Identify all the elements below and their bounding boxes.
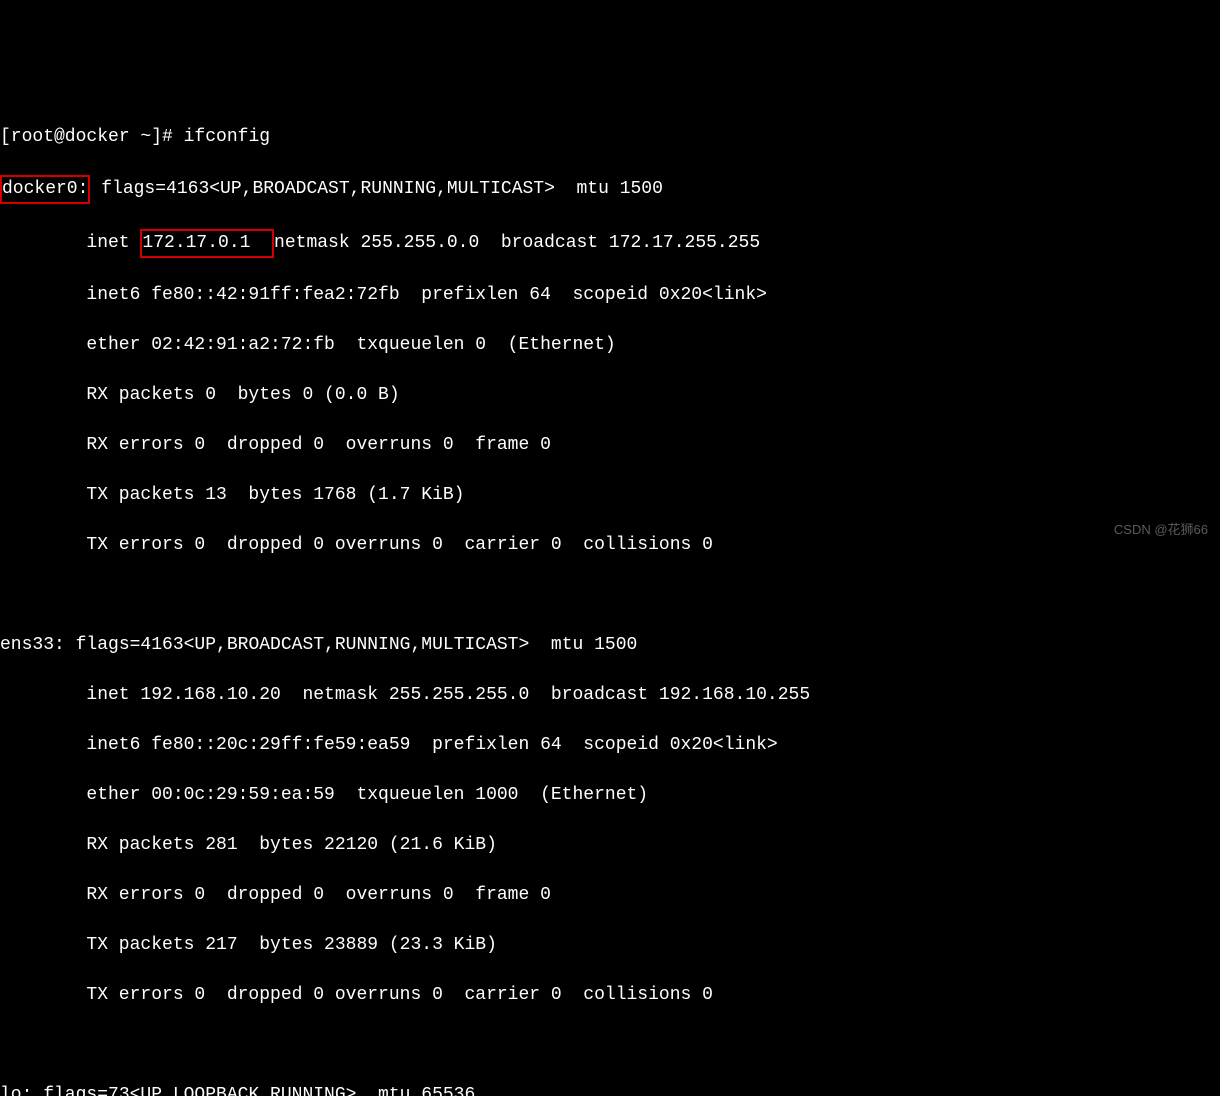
ens33-inet: inet 192.168.10.20 netmask 255.255.255.0… bbox=[0, 683, 1220, 708]
ens33-rxp: RX packets 281 bytes 22120 (21.6 KiB) bbox=[0, 833, 1220, 858]
highlight-ip: 172.17.0.1 bbox=[140, 229, 274, 258]
highlight-iface-name: docker0: bbox=[0, 175, 90, 204]
ens33-ether: ether 00:0c:29:59:ea:59 txqueuelen 1000 … bbox=[0, 783, 1220, 808]
docker0-ether: ether 02:42:91:a2:72:fb txqueuelen 0 (Et… bbox=[0, 333, 1220, 358]
blank-line bbox=[0, 583, 1220, 608]
docker0-inet6: inet6 fe80::42:91ff:fea2:72fb prefixlen … bbox=[0, 283, 1220, 308]
iface-docker0-header: docker0: flags=4163<UP,BROADCAST,RUNNING… bbox=[0, 175, 1220, 204]
watermark: CSDN @花狮66 bbox=[1114, 517, 1208, 542]
docker0-inet: inet 172.17.0.1 netmask 255.255.0.0 broa… bbox=[0, 229, 1220, 258]
inet-rest: netmask 255.255.0.0 broadcast 172.17.255… bbox=[274, 233, 760, 253]
docker0-txe: TX errors 0 dropped 0 overruns 0 carrier… bbox=[0, 533, 1220, 558]
docker0-flags: flags=4163<UP,BROADCAST,RUNNING,MULTICAS… bbox=[90, 179, 663, 199]
blank-line bbox=[0, 1033, 1220, 1058]
iface-lo-header: lo: flags=73<UP,LOOPBACK,RUNNING> mtu 65… bbox=[0, 1083, 1220, 1096]
docker0-rxp: RX packets 0 bytes 0 (0.0 B) bbox=[0, 383, 1220, 408]
ens33-txe: TX errors 0 dropped 0 overruns 0 carrier… bbox=[0, 983, 1220, 1008]
ens33-rxe: RX errors 0 dropped 0 overruns 0 frame 0 bbox=[0, 883, 1220, 908]
docker0-txp: TX packets 13 bytes 1768 (1.7 KiB) bbox=[0, 483, 1220, 508]
prompt-line: [root@docker ~]# ifconfig bbox=[0, 125, 1220, 150]
inet-label: inet bbox=[86, 233, 140, 253]
ens33-inet6: inet6 fe80::20c:29ff:fe59:ea59 prefixlen… bbox=[0, 733, 1220, 758]
docker0-rxe: RX errors 0 dropped 0 overruns 0 frame 0 bbox=[0, 433, 1220, 458]
iface-ens33-header: ens33: flags=4163<UP,BROADCAST,RUNNING,M… bbox=[0, 633, 1220, 658]
terminal-output: [root@docker ~]# ifconfig docker0: flags… bbox=[0, 100, 1220, 1096]
ens33-txp: TX packets 217 bytes 23889 (23.3 KiB) bbox=[0, 933, 1220, 958]
